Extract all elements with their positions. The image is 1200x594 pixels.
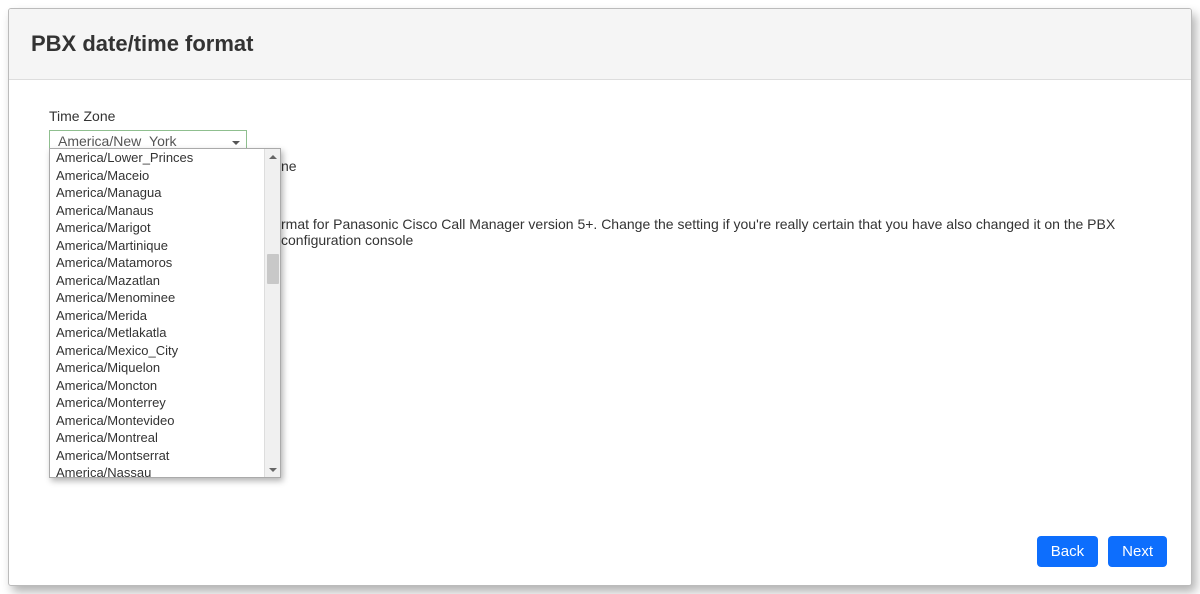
timezone-option[interactable]: America/Metlakatla xyxy=(50,324,264,342)
back-button[interactable]: Back xyxy=(1037,536,1098,567)
timezone-option[interactable]: America/Montevideo xyxy=(50,412,264,430)
description-text: rmat for Panasonic Cisco Call Manager ve… xyxy=(281,216,1167,248)
timezone-option[interactable]: America/Miquelon xyxy=(50,359,264,377)
dropdown-scrollbar[interactable] xyxy=(264,149,280,477)
timezone-option[interactable]: America/Nassau xyxy=(50,464,264,477)
timezone-option[interactable]: America/Martinique xyxy=(50,237,264,255)
timezone-option[interactable]: America/Matamoros xyxy=(50,254,264,272)
timezone-option[interactable]: America/Monterrey xyxy=(50,394,264,412)
obscured-text-fragment: ne xyxy=(281,158,297,174)
scroll-down-arrow-icon[interactable] xyxy=(265,462,280,477)
next-button[interactable]: Next xyxy=(1108,536,1167,567)
timezone-option[interactable]: America/Moncton xyxy=(50,377,264,395)
timezone-label: Time Zone xyxy=(49,108,1151,124)
timezone-option[interactable]: America/Montreal xyxy=(50,429,264,447)
chevron-down-icon xyxy=(232,141,240,145)
timezone-option[interactable]: America/Menominee xyxy=(50,289,264,307)
timezone-select-value: America/New_York xyxy=(58,133,177,149)
dialog-title: PBX date/time format xyxy=(31,31,1169,57)
timezone-option[interactable]: America/Mazatlan xyxy=(50,272,264,290)
timezone-option[interactable]: America/Maceio xyxy=(50,167,264,185)
scroll-thumb[interactable] xyxy=(267,254,279,284)
timezone-option[interactable]: America/Lower_Princes xyxy=(50,149,264,167)
dialog-window: PBX date/time format Time Zone America/N… xyxy=(8,8,1192,586)
timezone-option[interactable]: America/Montserrat xyxy=(50,447,264,465)
timezone-option[interactable]: America/Managua xyxy=(50,184,264,202)
dialog-footer: Back Next xyxy=(1037,536,1167,567)
timezone-option[interactable]: America/Manaus xyxy=(50,202,264,220)
timezone-dropdown: America/Lower_PrincesAmerica/MaceioAmeri… xyxy=(49,148,281,478)
timezone-option[interactable]: America/Merida xyxy=(50,307,264,325)
dialog-content: Time Zone America/New_York ne rmat for P… xyxy=(9,80,1191,156)
scroll-up-arrow-icon[interactable] xyxy=(265,149,280,164)
dialog-header: PBX date/time format xyxy=(9,9,1191,80)
timezone-option[interactable]: America/Marigot xyxy=(50,219,264,237)
timezone-option[interactable]: America/Mexico_City xyxy=(50,342,264,360)
timezone-option-list[interactable]: America/Lower_PrincesAmerica/MaceioAmeri… xyxy=(50,149,264,477)
